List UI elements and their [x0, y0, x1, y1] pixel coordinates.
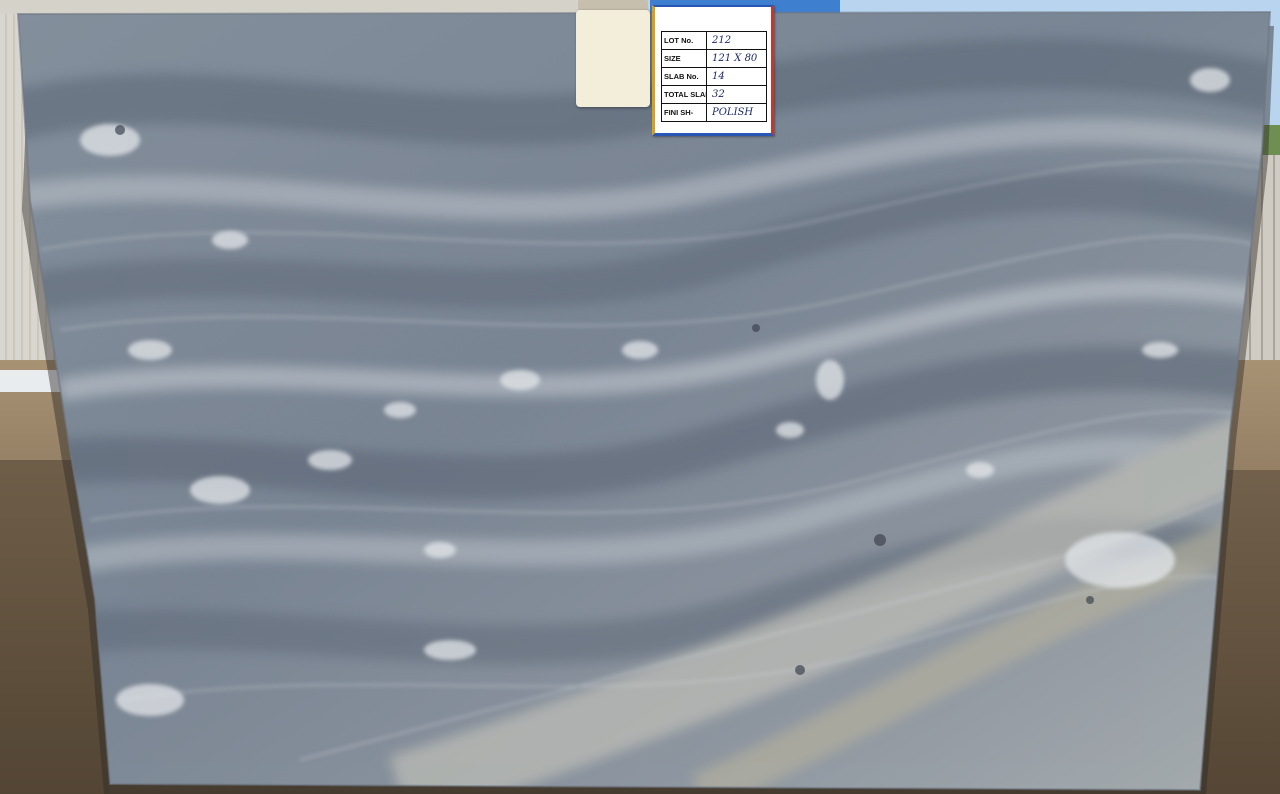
lot-tag-row: TOTAL SLAB 32 [661, 85, 767, 104]
lot-tag-label: FINI SH- [661, 103, 707, 122]
lot-tag-label: LOT No. [661, 31, 707, 50]
granite-slab [18, 12, 1270, 790]
lot-tag-value: POLISH [706, 103, 767, 122]
lot-tag-value: 32 [706, 85, 767, 104]
white-marker-block [576, 10, 650, 107]
lot-tag: LOT No. 212 SIZE 121 X 80 SLAB No. 14 TO… [652, 5, 774, 136]
lot-tag-row: FINI SH- POLISH [661, 103, 767, 122]
lot-tag-value: 212 [706, 31, 767, 50]
lot-tag-row: SLAB No. 14 [661, 67, 767, 86]
lot-tag-row: SIZE 121 X 80 [661, 49, 767, 68]
lot-tag-table: LOT No. 212 SIZE 121 X 80 SLAB No. 14 TO… [661, 31, 767, 122]
background-photo [0, 0, 1280, 794]
lot-tag-value: 121 X 80 [706, 49, 767, 68]
photo-scene: LOT No. 212 SIZE 121 X 80 SLAB No. 14 TO… [0, 0, 1280, 794]
lot-tag-label: TOTAL SLAB [661, 85, 707, 104]
lot-tag-label: SIZE [661, 49, 707, 68]
lot-tag-label: SLAB No. [661, 67, 707, 86]
lot-tag-value: 14 [706, 67, 767, 86]
lot-tag-row: LOT No. 212 [661, 31, 767, 50]
shed-top [0, 0, 580, 14]
